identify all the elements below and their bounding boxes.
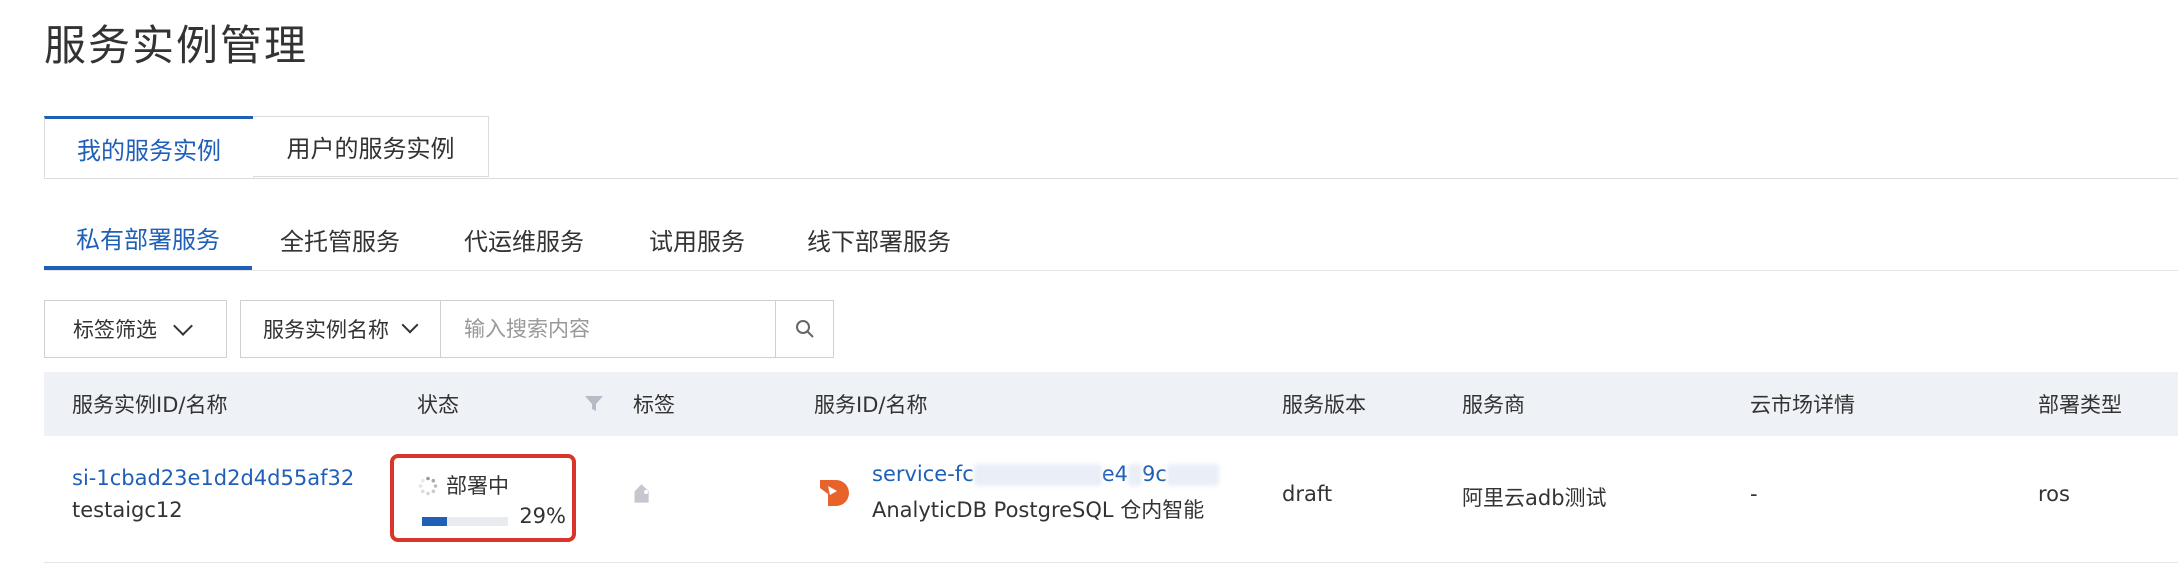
filter-icon[interactable] xyxy=(584,394,604,414)
redacted-text xyxy=(973,464,1102,486)
deploy-type: ros xyxy=(2038,482,2070,506)
tab-fully-managed[interactable]: 全托管服务 xyxy=(280,208,400,270)
service-id-middle: e4 xyxy=(1101,462,1129,486)
service-name: AnalyticDB PostgreSQL 仓内智能 xyxy=(872,498,1205,522)
tab-my-service-instances[interactable]: 我的服务实例 xyxy=(44,116,254,178)
page-title: 服务实例管理 xyxy=(44,21,309,70)
redacted-text xyxy=(1128,464,1143,486)
search-field-select[interactable]: 服务实例名称 xyxy=(241,301,441,357)
instance-name: testaigc12 xyxy=(72,498,183,522)
column-header-service: 服务ID/名称 xyxy=(814,393,928,417)
tag-filter-label: 标签筛选 xyxy=(73,318,157,342)
tab-trial[interactable]: 试用服务 xyxy=(649,208,745,270)
table-row: si-1cbad23e1d2d4d55af32 testaigc12 部署中 2… xyxy=(44,436,2178,563)
tag-icon[interactable] xyxy=(630,484,656,510)
search-group: 服务实例名称 xyxy=(240,300,834,358)
service-provider: 阿里云adb测试 xyxy=(1462,486,1607,510)
instance-id-link[interactable]: si-1cbad23e1d2d4d55af32 xyxy=(72,466,354,490)
tab-managed-ops[interactable]: 代运维服务 xyxy=(464,208,584,270)
service-version: draft xyxy=(1282,482,1333,506)
chevron-down-icon xyxy=(401,316,419,334)
column-header-market-detail: 云市场详情 xyxy=(1750,393,1855,417)
tag-filter-button[interactable]: 标签筛选 xyxy=(44,300,227,358)
primary-tabs: 我的服务实例 用户的服务实例 xyxy=(44,116,2178,179)
secondary-tabs: 私有部署服务 全托管服务 代运维服务 试用服务 线下部署服务 xyxy=(44,208,2178,271)
table-header: 服务实例ID/名称 状态 标签 服务ID/名称 服务版本 服务商 云市场详情 部… xyxy=(44,372,2178,436)
service-logo-icon xyxy=(820,480,849,506)
tab-user-service-instances[interactable]: 用户的服务实例 xyxy=(253,116,489,177)
market-detail: - xyxy=(1750,482,1758,506)
search-input[interactable] xyxy=(442,301,776,357)
progress-text: 29% xyxy=(519,504,566,528)
progress-bar xyxy=(422,517,508,526)
search-icon xyxy=(795,320,814,338)
column-header-version: 服务版本 xyxy=(1282,393,1366,417)
chevron-down-icon xyxy=(173,316,193,336)
progress-bar-fill xyxy=(422,517,447,526)
column-header-deploy-type: 部署类型 xyxy=(2038,393,2122,417)
tab-private-deployment[interactable]: 私有部署服务 xyxy=(44,208,252,270)
search-field-select-value: 服务实例名称 xyxy=(263,318,389,342)
service-instance-page: 服务实例管理 我的服务实例 用户的服务实例 私有部署服务 全托管服务 代运维服务… xyxy=(0,0,2178,578)
service-id-prefix: service-fc xyxy=(872,462,974,486)
service-id-link[interactable]: service-fc e4 9c xyxy=(872,462,1219,486)
tab-offline-deployment[interactable]: 线下部署服务 xyxy=(807,208,951,270)
service-id-suffix: 9c xyxy=(1142,462,1167,486)
redacted-text xyxy=(1166,464,1219,486)
column-header-provider: 服务商 xyxy=(1462,393,1525,417)
column-header-status: 状态 xyxy=(417,393,459,417)
search-button[interactable] xyxy=(775,301,833,357)
status-cell: 部署中 29% xyxy=(390,454,576,542)
status-text: 部署中 xyxy=(446,474,509,498)
loading-spinner-icon xyxy=(418,476,438,496)
column-header-tags: 标签 xyxy=(633,393,675,417)
column-header-instance: 服务实例ID/名称 xyxy=(72,393,228,417)
